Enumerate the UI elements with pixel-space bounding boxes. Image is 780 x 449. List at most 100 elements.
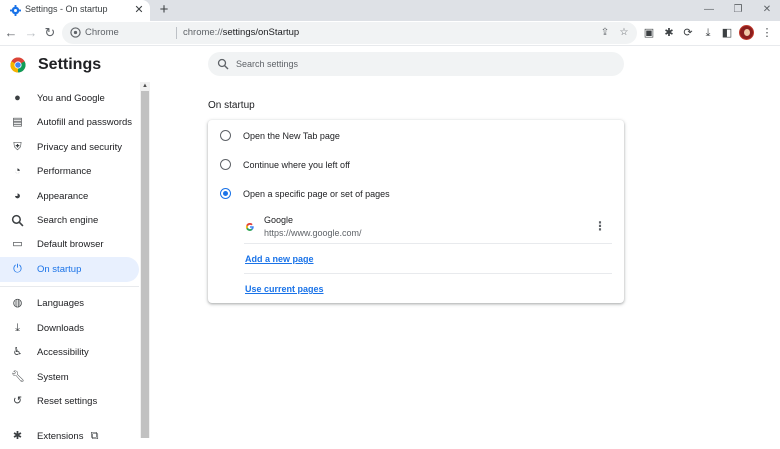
radio-button-checked[interactable]	[220, 188, 231, 199]
section-title: On startup	[208, 100, 255, 111]
option-continue-where-left-off[interactable]: Continue where you left off	[208, 150, 624, 179]
settings-gear-icon	[10, 5, 21, 16]
radio-button[interactable]	[220, 130, 231, 141]
accessibility-icon: ♿	[12, 346, 23, 358]
sidebar-divider	[0, 286, 139, 287]
scrollbar-thumb[interactable]	[141, 91, 149, 438]
sidebar-item-default-browser[interactable]: ▭ Default browser	[0, 232, 139, 257]
palette-icon: ◕	[14, 190, 21, 202]
sidebar-item-label: Privacy and security	[37, 142, 123, 153]
google-g-icon	[245, 222, 254, 231]
sidebar-item-search-engine[interactable]: Search engine	[0, 208, 139, 233]
tab-settings[interactable]: Settings - On startup ✕	[0, 0, 150, 21]
option-specific-pages[interactable]: Open a specific page or set of pages	[208, 179, 624, 208]
person-icon: ●	[14, 92, 21, 104]
sidebar-item-label: Extensions	[37, 431, 84, 442]
radio-label: Continue where you left off	[243, 160, 350, 170]
option-new-tab-page[interactable]: Open the New Tab page	[208, 121, 624, 150]
wrench-icon: 🔧︎	[11, 371, 25, 383]
sidebar-item-label: Accessibility	[37, 347, 89, 358]
window-minimize-icon[interactable]: —	[702, 3, 716, 17]
url-path: settings/onStartup	[222, 27, 300, 38]
power-icon: ⏻	[13, 263, 22, 275]
shield-icon: ⛨	[13, 141, 22, 153]
sidebar-item-label: System	[37, 372, 69, 383]
sidebar-item-appearance[interactable]: ◕ Appearance	[0, 184, 139, 209]
tab-title: Settings - On startup	[25, 4, 108, 14]
radio-button[interactable]	[220, 159, 231, 170]
add-new-page-link[interactable]: Add a new page	[245, 254, 314, 264]
sidebar-item-label: On startup	[37, 264, 82, 275]
bookmark-star-icon[interactable]: ☆	[618, 27, 630, 39]
sidebar-item-extensions[interactable]: ✱ Extensions ⧉	[0, 424, 139, 449]
menu-kebab-icon[interactable]: ⋮	[760, 26, 774, 40]
use-current-pages-row: Use current pages	[244, 275, 612, 304]
window-close-icon[interactable]: ✕	[760, 3, 774, 17]
url-text: chrome://settings/onStartup	[183, 27, 299, 38]
url-scheme: chrome://	[183, 27, 223, 38]
radio-label: Open a specific page or set of pages	[243, 189, 390, 199]
share-icon[interactable]: ⇪	[599, 27, 611, 39]
sidebar-scrollbar[interactable]: ▲	[140, 82, 150, 438]
startup-options-card: Open the New Tab page Continue where you…	[208, 120, 624, 303]
tab-strip: Settings - On startup ✕ + — ❐ ✕	[0, 0, 780, 21]
profile-avatar[interactable]	[739, 25, 754, 40]
sidebar-item-system[interactable]: 🔧︎ System	[0, 365, 139, 390]
reload-icon[interactable]: ↻	[42, 25, 58, 41]
sync-icon[interactable]: ⟳	[681, 26, 695, 40]
puzzle-icon: ✱	[12, 430, 23, 442]
tab-close-icon[interactable]: ✕	[133, 4, 145, 16]
search-settings-input[interactable]: Search settings	[208, 52, 624, 76]
scroll-up-arrow-icon[interactable]: ▲	[140, 82, 150, 90]
window-restore-icon[interactable]: ❐	[731, 3, 745, 17]
sidebar-item-label: Languages	[37, 298, 85, 309]
sidebar-item-label: You and Google	[37, 93, 105, 104]
site-chip-label: Chrome	[85, 27, 119, 38]
external-link-icon: ⧉	[90, 430, 99, 442]
startup-page-url: https://www.google.com/	[264, 228, 362, 238]
more-actions-icon[interactable]: ⋮	[594, 219, 606, 233]
reset-icon: ↺	[12, 395, 23, 407]
add-page-row: Add a new page	[244, 245, 612, 274]
sidebar-item-privacy[interactable]: ⛨ Privacy and security	[0, 135, 139, 160]
sidebar-item-languages[interactable]: ◍ Languages	[0, 291, 139, 316]
startup-page-entry: Google https://www.google.com/ ⋮	[244, 212, 612, 244]
side-panel-icon[interactable]: ◧	[720, 26, 734, 40]
sidebar-item-label: Performance	[37, 166, 92, 177]
sidebar-item-reset-settings[interactable]: ↺ Reset settings	[0, 389, 139, 414]
chrome-logo-icon	[10, 57, 26, 73]
sidebar-item-autofill[interactable]: ▤ Autofill and passwords	[0, 110, 139, 135]
startup-page-name: Google	[264, 215, 294, 225]
sidebar-item-you-and-google[interactable]: ● You and Google	[0, 86, 139, 111]
sidebar-item-label: Search engine	[37, 215, 99, 226]
sidebar-item-label: Downloads	[37, 323, 84, 334]
sidebar-item-label: Reset settings	[37, 396, 98, 407]
settings-sidebar: ● You and Google ▤ Autofill and password…	[0, 86, 140, 442]
search-placeholder: Search settings	[236, 59, 299, 69]
back-arrow-icon[interactable]: ←	[3, 25, 19, 41]
sidebar-item-downloads[interactable]: ⤓ Downloads	[0, 316, 139, 341]
radio-label: Open the New Tab page	[243, 131, 340, 141]
sidebar-item-performance[interactable]: ◔ Performance	[0, 159, 139, 184]
browser-window-icon: ▭	[12, 238, 23, 250]
globe-icon: ◍	[12, 297, 23, 309]
forward-arrow-icon[interactable]: →	[23, 25, 39, 41]
image-search-icon[interactable]: ▣	[642, 26, 656, 40]
download-icon: ⤓	[15, 322, 20, 334]
address-bar[interactable]: Chrome chrome://settings/onStartup ⇪ ☆	[62, 22, 637, 44]
clipboard-icon: ▤	[12, 116, 23, 128]
new-tab-button[interactable]: +	[156, 2, 172, 18]
omnibox-separator	[176, 27, 177, 39]
speedometer-icon: ◔	[14, 165, 21, 177]
sidebar-item-label: Autofill and passwords	[37, 117, 133, 128]
search-icon	[11, 214, 24, 227]
page-title: Settings	[38, 56, 102, 73]
sidebar-item-label: Default browser	[37, 239, 104, 250]
sidebar-item-accessibility[interactable]: ♿ Accessibility	[0, 340, 139, 365]
extensions-puzzle-icon[interactable]: ✱	[662, 26, 676, 40]
sidebar-item-on-startup[interactable]: ⏻ On startup	[0, 257, 139, 282]
use-current-pages-link[interactable]: Use current pages	[245, 284, 324, 294]
sidebar-item-label: Appearance	[37, 191, 89, 202]
search-icon	[217, 58, 229, 70]
download-icon[interactable]: ⤓	[701, 26, 715, 40]
